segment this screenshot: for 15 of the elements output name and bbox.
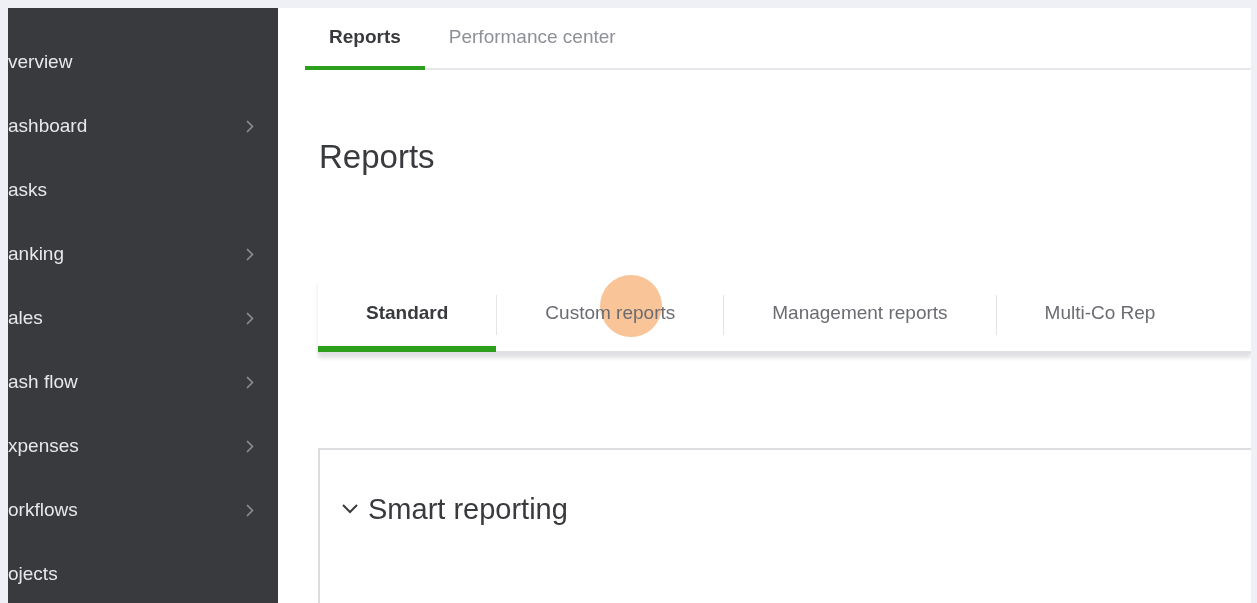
- sidebar-item[interactable]: asks: [8, 158, 278, 222]
- sidebar-item[interactable]: orkflows: [8, 478, 278, 542]
- tab[interactable]: Standard: [318, 281, 497, 352]
- tab[interactable]: Multi-Co Rep: [996, 281, 1204, 352]
- sidebar-item[interactable]: anking: [8, 222, 278, 286]
- tab[interactable]: Reports: [305, 8, 425, 70]
- sidebar-item[interactable]: ales: [8, 286, 278, 350]
- sidebar-item[interactable]: xpenses: [8, 414, 278, 478]
- section-header[interactable]: Smart reporting: [342, 487, 1251, 531]
- sidebar-item[interactable]: ojects: [8, 542, 278, 603]
- tab[interactable]: Management reports: [724, 281, 996, 352]
- sidebar-item[interactable]: ash flow: [8, 350, 278, 414]
- sidebar-item[interactable]: ashboard: [8, 94, 278, 158]
- sidebar-item[interactable]: verview: [8, 30, 278, 94]
- page-title: Reports: [319, 137, 436, 177]
